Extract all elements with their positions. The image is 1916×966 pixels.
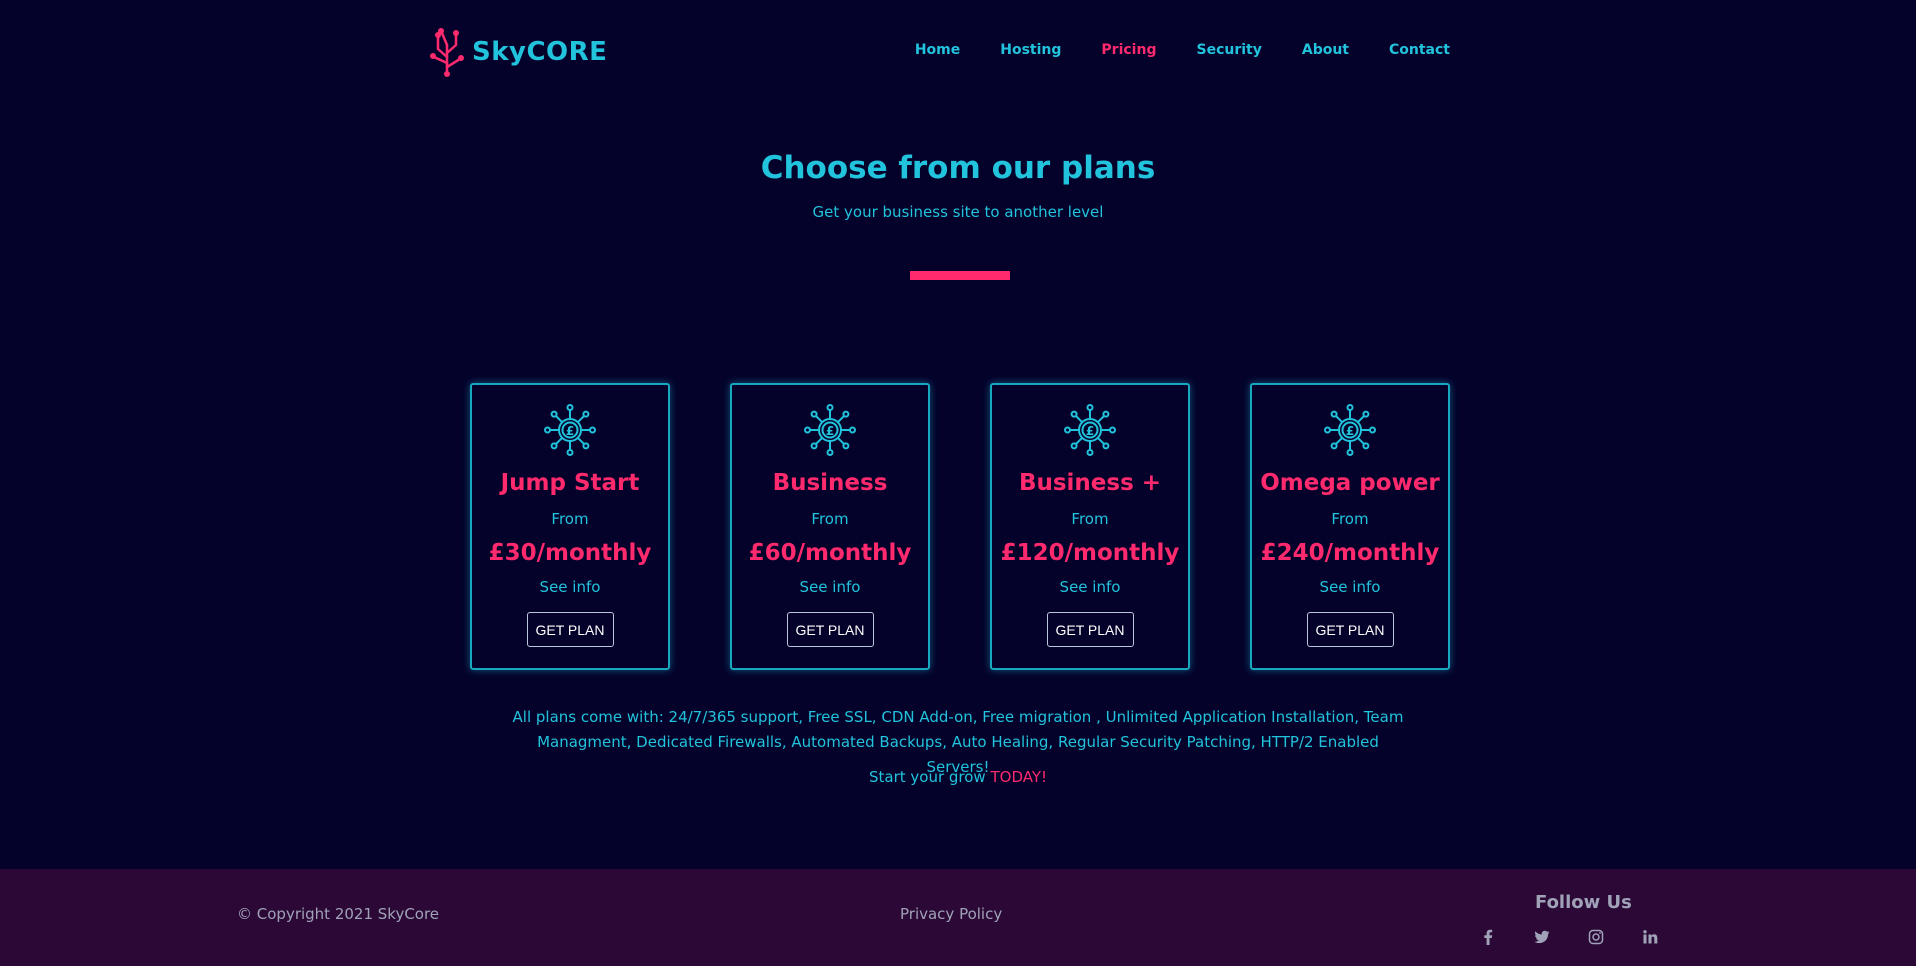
plan-from-label: From bbox=[1071, 510, 1109, 528]
twitter-icon[interactable] bbox=[1532, 927, 1552, 947]
svg-text:£: £ bbox=[1086, 424, 1094, 438]
main-nav: Home Hosting Pricing Security About Cont… bbox=[915, 42, 1450, 58]
facebook-icon[interactable] bbox=[1478, 927, 1498, 947]
get-plan-button[interactable]: GET PLAN bbox=[1306, 612, 1394, 647]
pound-coin-network-icon: £ bbox=[804, 404, 856, 456]
privacy-policy-link[interactable]: Privacy Policy bbox=[900, 905, 1002, 923]
plan-price: £240/monthly bbox=[1260, 540, 1440, 566]
nav-home[interactable]: Home bbox=[915, 42, 960, 58]
logo-text: SkyCORE bbox=[472, 37, 607, 67]
plan-price: £120/monthly bbox=[1000, 540, 1180, 566]
social-links bbox=[1478, 927, 1660, 947]
circuit-tree-logo-icon bbox=[430, 28, 464, 77]
cta-highlight: TODAY! bbox=[990, 768, 1047, 786]
nav-pricing[interactable]: Pricing bbox=[1101, 42, 1156, 58]
instagram-icon[interactable] bbox=[1586, 927, 1606, 947]
plan-from-label: From bbox=[1331, 510, 1369, 528]
follow-us-heading: Follow Us bbox=[1535, 892, 1632, 913]
get-plan-button[interactable]: GET PLAN bbox=[786, 612, 874, 647]
brand-name-part2: CORE bbox=[526, 37, 608, 67]
get-plan-button[interactable]: GET PLAN bbox=[1046, 612, 1134, 647]
nav-hosting[interactable]: Hosting bbox=[1000, 42, 1061, 58]
plan-card: £ Jump Start From £30/monthly See info G… bbox=[470, 383, 670, 670]
plan-card: £ Business + From £120/monthly See info … bbox=[990, 383, 1190, 670]
brand-name-part1: Sky bbox=[472, 37, 527, 67]
svg-text:£: £ bbox=[566, 424, 574, 438]
nav-about[interactable]: About bbox=[1302, 42, 1349, 58]
pound-coin-network-icon: £ bbox=[544, 404, 596, 456]
plan-name: Business bbox=[772, 470, 888, 496]
page-subtitle: Get your business site to another level bbox=[812, 203, 1104, 221]
plan-name: Jump Start bbox=[500, 470, 640, 496]
see-info-link[interactable]: See info bbox=[800, 578, 861, 596]
pound-coin-network-icon: £ bbox=[1064, 404, 1116, 456]
see-info-link[interactable]: See info bbox=[540, 578, 601, 596]
plan-card: £ Business From £60/monthly See info GET… bbox=[730, 383, 930, 670]
plan-price: £30/monthly bbox=[488, 540, 652, 566]
call-to-action: Start your grow TODAY! bbox=[0, 768, 1916, 786]
see-info-link[interactable]: See info bbox=[1320, 578, 1381, 596]
title-divider bbox=[910, 271, 1010, 280]
cta-text: Start your grow bbox=[868, 768, 991, 786]
page-title: Choose from our plans bbox=[760, 150, 1156, 186]
plan-from-label: From bbox=[811, 510, 849, 528]
get-plan-button[interactable]: GET PLAN bbox=[526, 612, 614, 647]
site-header: SkyCORE Home Hosting Pricing Security Ab… bbox=[0, 0, 1916, 100]
linkedin-icon[interactable] bbox=[1640, 927, 1660, 947]
plan-name: Omega power bbox=[1260, 470, 1440, 496]
svg-text:£: £ bbox=[1346, 424, 1354, 438]
plan-price: £60/monthly bbox=[748, 540, 912, 566]
pound-coin-network-icon: £ bbox=[1324, 404, 1376, 456]
logo[interactable]: SkyCORE bbox=[428, 27, 607, 77]
svg-text:£: £ bbox=[826, 424, 834, 438]
plan-from-label: From bbox=[551, 510, 589, 528]
plans-grid: £ Jump Start From £30/monthly See info G… bbox=[470, 383, 1450, 670]
copyright: © Copyright 2021 SkyCore bbox=[237, 905, 440, 923]
site-footer: © Copyright 2021 SkyCore Privacy Policy … bbox=[0, 869, 1916, 966]
plan-name: Business + bbox=[1018, 470, 1162, 496]
plan-card: £ Omega power From £240/monthly See info… bbox=[1250, 383, 1450, 670]
nav-contact[interactable]: Contact bbox=[1389, 42, 1450, 58]
nav-security[interactable]: Security bbox=[1196, 42, 1261, 58]
see-info-link[interactable]: See info bbox=[1060, 578, 1121, 596]
